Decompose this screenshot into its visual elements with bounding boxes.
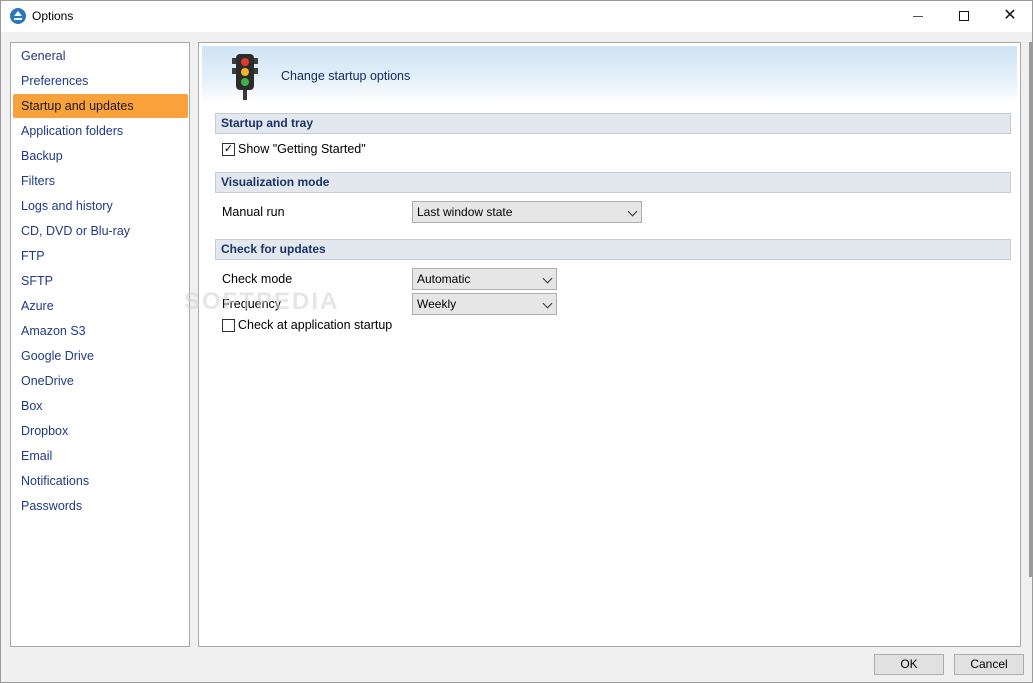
show-getting-started-checkbox[interactable]: ✓ bbox=[222, 143, 235, 156]
manual-run-label: Manual run bbox=[222, 205, 285, 219]
nav-item-onedrive[interactable]: OneDrive bbox=[13, 369, 188, 393]
minimize-button[interactable] bbox=[895, 1, 941, 31]
window-edge bbox=[1029, 42, 1032, 577]
chevron-down-icon bbox=[542, 273, 553, 284]
manual-run-value: Last window state bbox=[417, 205, 513, 219]
nav-item-filters[interactable]: Filters bbox=[13, 169, 188, 193]
chevron-down-icon bbox=[627, 206, 638, 217]
traffic-light-icon bbox=[232, 54, 258, 100]
nav-item-ftp[interactable]: FTP bbox=[13, 244, 188, 268]
close-icon: ✕ bbox=[1003, 7, 1017, 24]
nav-item-general[interactable]: General bbox=[13, 44, 188, 68]
nav-item-google-drive[interactable]: Google Drive bbox=[13, 344, 188, 368]
nav-item-passwords[interactable]: Passwords bbox=[13, 494, 188, 518]
softpedia-watermark: SOFTPEDIA bbox=[184, 288, 340, 315]
options-nav: General Preferences Startup and updates … bbox=[10, 42, 190, 647]
maximize-icon bbox=[959, 11, 969, 21]
check-at-startup-label: Check at application startup bbox=[238, 318, 393, 332]
nav-item-azure[interactable]: Azure bbox=[13, 294, 188, 318]
nav-item-application-folders[interactable]: Application folders bbox=[13, 119, 188, 143]
section-visualization-mode: Visualization mode bbox=[215, 172, 1011, 193]
nav-item-dropbox[interactable]: Dropbox bbox=[13, 419, 188, 443]
check-at-startup-checkbox[interactable] bbox=[222, 319, 235, 332]
nav-item-sftp[interactable]: SFTP bbox=[13, 269, 188, 293]
minimize-icon bbox=[913, 15, 923, 17]
nav-item-backup[interactable]: Backup bbox=[13, 144, 188, 168]
panel-title: Change startup options bbox=[281, 69, 411, 83]
nav-item-email[interactable]: Email bbox=[13, 444, 188, 468]
nav-item-notifications[interactable]: Notifications bbox=[13, 469, 188, 493]
check-mode-value: Automatic bbox=[417, 272, 471, 286]
nav-item-cd-dvd-bluray[interactable]: CD, DVD or Blu-ray bbox=[13, 219, 188, 243]
chevron-down-icon bbox=[542, 298, 553, 309]
cancel-button[interactable]: Cancel bbox=[954, 654, 1024, 675]
nav-item-logs-and-history[interactable]: Logs and history bbox=[13, 194, 188, 218]
frequency-value: Weekly bbox=[417, 297, 457, 311]
check-mode-label: Check mode bbox=[222, 272, 293, 286]
close-button[interactable]: ✕ bbox=[987, 1, 1033, 31]
nav-item-preferences[interactable]: Preferences bbox=[13, 69, 188, 93]
section-startup-and-tray: Startup and tray bbox=[215, 113, 1011, 134]
title-bar: Options ✕ bbox=[1, 1, 1032, 32]
maximize-button[interactable] bbox=[941, 1, 987, 31]
manual-run-select[interactable]: Last window state bbox=[412, 201, 642, 223]
nav-item-box[interactable]: Box bbox=[13, 394, 188, 418]
panel-header: Change startup options bbox=[202, 46, 1017, 103]
ok-button[interactable]: OK bbox=[874, 654, 944, 675]
section-check-for-updates: Check for updates bbox=[215, 239, 1011, 260]
nav-item-amazon-s3[interactable]: Amazon S3 bbox=[13, 319, 188, 343]
check-mode-select[interactable]: Automatic bbox=[412, 268, 557, 290]
app-icon bbox=[10, 8, 26, 24]
window-title: Options bbox=[32, 9, 74, 23]
options-panel: Change startup options Startup and tray … bbox=[198, 42, 1021, 647]
options-window: Options ✕ General Preferences Startup an… bbox=[0, 0, 1033, 683]
nav-item-startup-and-updates[interactable]: Startup and updates bbox=[13, 94, 188, 118]
show-getting-started-label: Show "Getting Started" bbox=[238, 142, 366, 156]
frequency-select[interactable]: Weekly bbox=[412, 293, 557, 315]
